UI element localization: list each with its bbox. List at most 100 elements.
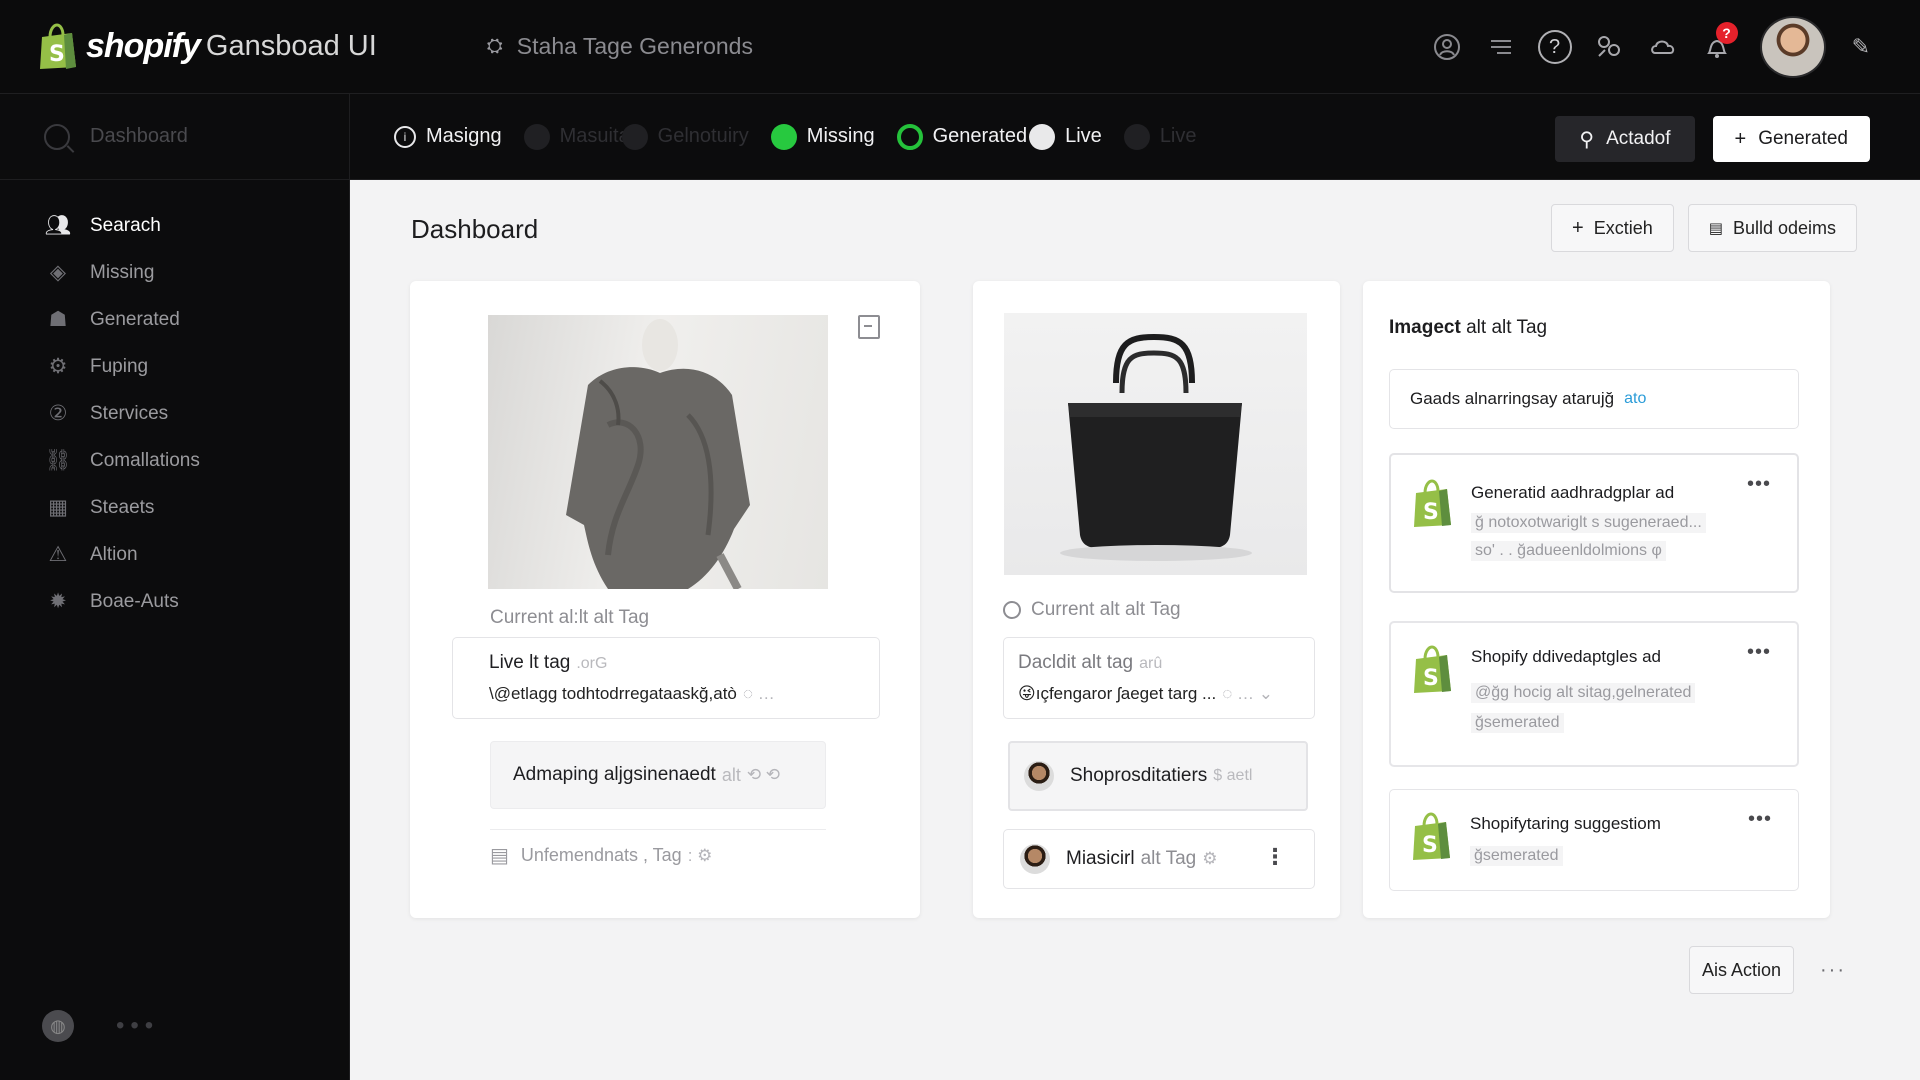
field-title-text: Dacldit alt tag — [1018, 652, 1134, 673]
apps-icon[interactable] — [1592, 30, 1626, 64]
current-alt-label: Current al:lt alt Tag — [490, 607, 650, 628]
sidebar-item-steaets[interactable]: ▦ Steaets — [0, 484, 349, 531]
ais-action-button[interactable]: Ais Action — [1688, 946, 1795, 994]
plus-icon: + — [1734, 127, 1747, 150]
main-content: Dashboard + Exctieh ▤ Bulld odeims Curre… — [350, 180, 1920, 1080]
sidebar-item-label: Stervices — [90, 402, 169, 424]
chevron-down-icon[interactable]: ◌ … ⌄ — [1222, 684, 1273, 703]
suggestion-item[interactable]: S Shopify ddivedaptgles ad @ğg hocig alt… — [1389, 621, 1799, 767]
pin-icon[interactable]: ✎ — [1852, 34, 1870, 60]
store-selector[interactable]: ⛭ Staha Tage Generonds — [487, 33, 753, 60]
filter-chip-live-dim[interactable]: Live — [1123, 123, 1197, 150]
sidebar-item-label: Altion — [90, 543, 138, 565]
filter-chip-missing[interactable]: Missing — [770, 123, 875, 150]
filter-chip-label: Generated — [932, 125, 1028, 147]
alignment-suggestion[interactable]: Admaping aljgsinenaedt alt ⟲ ⟲ — [490, 741, 826, 809]
alt-input[interactable]: Gaads alnarringsay atarujğ ato — [1389, 369, 1799, 429]
generated-label: Generated — [1758, 128, 1848, 149]
field-value-text: \@etlagg todhtodrregataaskğ,atò — [489, 684, 737, 703]
product-image-bag[interactable] — [1004, 313, 1307, 575]
live-alt-tag-field[interactable]: Live lt tag .orG \@etlagg todhtodrregataa… — [452, 637, 880, 719]
sidebar-item-fuping[interactable]: ⚙ Fuping — [0, 343, 349, 390]
filter-chip-gelnotuiry[interactable]: Gelnotuiry — [621, 123, 749, 150]
more-vertical-icon[interactable]: ⋮ — [1264, 844, 1286, 870]
filter-chip-label: Gelnotuiry — [657, 125, 749, 147]
filter-chip-generated[interactable]: Generated — [896, 123, 1028, 150]
current-alt-label: Current alt alt Tag — [1031, 599, 1181, 620]
filter-chip-label: Live — [1065, 125, 1102, 147]
sidebar-item-services[interactable]: ② Stervices — [0, 390, 349, 437]
bottom-actions: Ais Action ··· — [1675, 946, 1846, 994]
globe-icon[interactable]: ◍ — [42, 1010, 74, 1042]
bell-icon[interactable]: ? — [1700, 22, 1738, 64]
unmanaged-tag-row[interactable]: ▤ Unfemendnats , Tag : ⚙ — [490, 843, 712, 868]
list-icon[interactable] — [1484, 30, 1518, 64]
pill-suffix: alt — [721, 764, 741, 785]
info-icon: ◌ … — [742, 684, 775, 703]
shoprosditatiers-row[interactable]: Shoprosditatiers $ aetl — [1008, 741, 1308, 811]
title-rest: alt alt Tag — [1466, 317, 1548, 338]
refresh-icon[interactable]: ⟲ ⟲ — [747, 765, 780, 785]
cloud-icon[interactable] — [1646, 30, 1680, 64]
sidebar-item-missing[interactable]: ◈ Missing — [0, 249, 349, 296]
status-white-dot-icon — [1029, 123, 1056, 150]
calendar-icon: ▦ — [48, 496, 68, 519]
document-icon[interactable] — [858, 315, 880, 339]
pill-text: Admaping aljgsinenaedt — [513, 764, 716, 785]
suggestion-item[interactable]: S Shopifytaring suggestiom ğsemerated ••… — [1389, 789, 1799, 891]
more-horizontal-icon[interactable]: ••• — [1748, 808, 1772, 831]
more-icon[interactable]: ••• — [116, 1012, 159, 1040]
product-image-sweater[interactable] — [488, 315, 828, 589]
store-icon: ⛭ — [486, 35, 503, 57]
filter-chip-masuita[interactable]: Masuita — [523, 123, 630, 150]
bulk-edit-button[interactable]: ▤ Bulld odeims — [1687, 204, 1857, 252]
field-title-suffix: .orG — [576, 655, 608, 672]
status-dot-icon — [1123, 123, 1150, 150]
sidebar-item-search[interactable]: 👥︎ Searach — [0, 202, 349, 249]
alt-input-value: Gaads alnarringsay atarujğ — [1410, 389, 1615, 408]
default-alt-tag-field[interactable]: Dacldit alt tag arû 😜ıçfengaror ʃaeget ta… — [1003, 637, 1315, 719]
user-avatar[interactable] — [1759, 16, 1826, 78]
actadof-button[interactable]: ⚲ Actadof — [1555, 116, 1695, 162]
alt-input-link[interactable]: ato — [1624, 390, 1646, 408]
product-card-bag: Current alt alt Tag Dacldit alt tag arû 😜… — [973, 281, 1340, 918]
sidebar-item-boae-auts[interactable]: ✹ Boae-Auts — [0, 578, 349, 625]
row-text: Shoprosditatiers — [1070, 765, 1208, 786]
field-title-text: Live lt tag — [489, 652, 571, 673]
brand[interactable]: S shopify Gansboad UI — [36, 22, 377, 71]
clock-icon — [1003, 601, 1021, 619]
brand-name: shopify — [86, 27, 201, 65]
page-actions: + Exctieh ▤ Bulld odeims — [1537, 204, 1857, 252]
suggestion-line: so' . . ğadueenldolmions φ — [1471, 541, 1666, 561]
shopify-logo-icon: S — [36, 22, 78, 71]
filter-chip-live[interactable]: Live — [1029, 123, 1102, 150]
sidebar-search-placeholder: Dashboard — [90, 125, 188, 147]
suggestion-item[interactable]: S Generatid aadhradgplar ad ğ notoxotwar… — [1389, 453, 1799, 593]
status-dot-icon — [523, 123, 550, 150]
status-dot-icon — [621, 123, 648, 150]
bulk-edit-label: Bulld odeims — [1732, 217, 1836, 238]
sidebar-item-altion[interactable]: ⚠ Altion — [0, 531, 349, 578]
page-title: Dashboard — [411, 214, 539, 244]
sidebar-item-generated[interactable]: ☗ Generated — [0, 296, 349, 343]
sidebar-item-comallations[interactable]: ⛓ Comallations — [0, 437, 349, 484]
filter-chip-label: Masigng — [426, 125, 502, 147]
account-circle-icon[interactable] — [1430, 30, 1464, 64]
more-horizontal-icon[interactable]: ••• — [1747, 473, 1771, 496]
shopify-bag-icon: S — [1414, 645, 1451, 693]
field-value: 😜ıçfengaror ʃaeget targ ... ◌ … ⌄ — [1018, 684, 1273, 704]
sidebar-item-label: Boae-Auts — [90, 590, 179, 612]
sidebar-search[interactable]: Dashboard — [0, 94, 349, 180]
field-title: Dacldit alt tag arû — [1018, 652, 1162, 674]
help-icon[interactable]: ? — [1537, 30, 1572, 64]
actadof-label: Actadof — [1606, 128, 1671, 149]
more-horizontal-icon[interactable]: ··· — [1820, 959, 1846, 982]
miasicirl-row[interactable]: Miasicirl alt Tag ⚙ ⋮ — [1003, 829, 1315, 889]
more-horizontal-icon[interactable]: ••• — [1747, 641, 1771, 664]
row-suffix: alt Tag — [1140, 848, 1197, 869]
ais-action-label: Ais Action — [1701, 959, 1782, 980]
exctieh-label: Exctieh — [1593, 217, 1653, 238]
generated-button[interactable]: + Generated — [1712, 116, 1870, 162]
filter-chip-masigng[interactable]: i Masigng — [394, 125, 502, 148]
exctieh-button[interactable]: + Exctieh — [1551, 204, 1674, 252]
